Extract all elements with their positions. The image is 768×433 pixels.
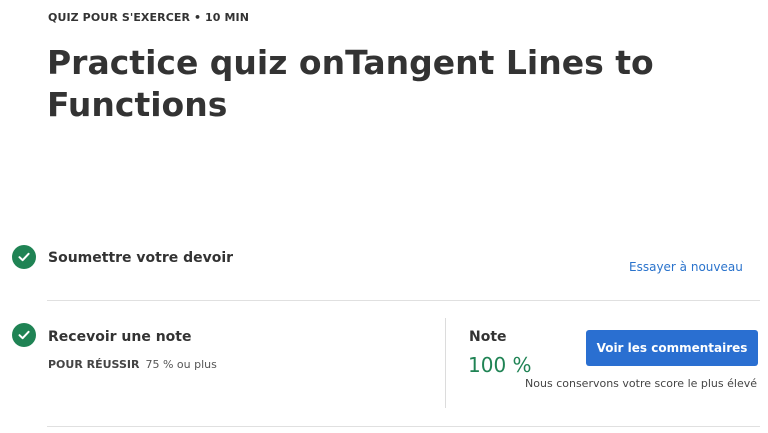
quiz-page: QUIZ POUR S'EXERCER • 10 MIN Practice qu… [0,0,768,433]
passing-requirement-value: 75 % ou plus [145,358,217,371]
divider [47,426,760,427]
grade-label: Note [469,329,507,345]
checkmark-circle-icon [12,245,36,269]
highest-score-note: Nous conservons votre score le plus élev… [525,377,757,390]
checkmark-circle-icon [12,323,36,347]
quiz-meta: QUIZ POUR S'EXERCER • 10 MIN [48,11,250,24]
view-feedback-button[interactable]: Voir les commentaires [586,330,758,366]
divider [47,300,760,301]
passing-requirement: POUR RÉUSSIR 75 % ou plus [48,358,217,371]
step-submit-assignment-label: Soumettre votre devoir [48,250,234,266]
retry-link[interactable]: Essayer à nouveau [629,260,743,274]
vertical-divider [445,318,446,408]
passing-requirement-key: POUR RÉUSSIR [48,358,140,371]
grade-value: 100 % [468,353,532,377]
step-receive-grade-label: Recevoir une note [48,329,192,345]
page-title: Practice quiz onTangent Lines to Functio… [47,43,654,124]
